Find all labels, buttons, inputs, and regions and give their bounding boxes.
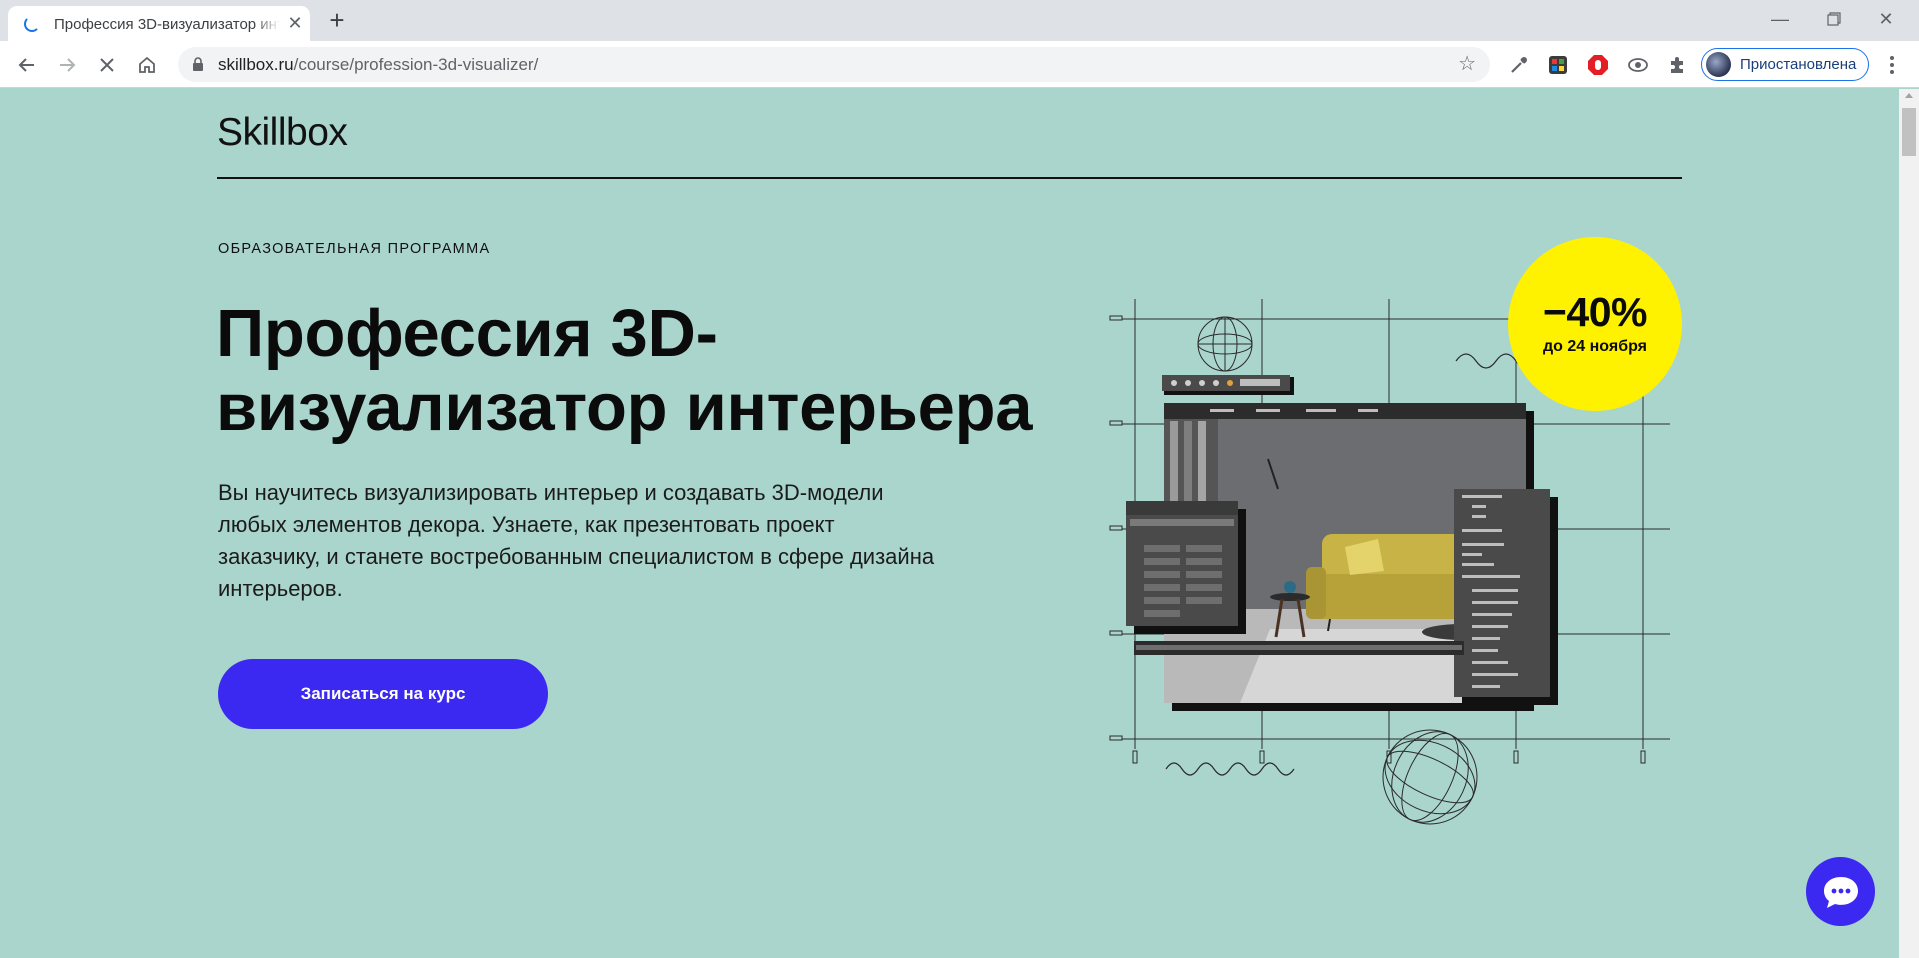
color-extension-icon[interactable] [1547, 54, 1569, 76]
page-scrollbar[interactable] [1899, 89, 1919, 958]
home-icon[interactable] [132, 50, 162, 80]
close-icon[interactable]: ✕ [284, 12, 306, 34]
discount-percent: −40% [1542, 289, 1648, 335]
avatar [1706, 52, 1731, 77]
url-path: /course/profession-3d-visualizer/ [293, 55, 539, 74]
header-divider [217, 177, 1682, 179]
mini-toolbar [1162, 375, 1294, 395]
browser-toolbar: skillbox.ru/course/profession-3d-visuali… [0, 41, 1919, 88]
url-domain: skillbox.ru [218, 55, 294, 74]
wire-sphere-large [1382, 729, 1478, 825]
timeline-strip [1134, 641, 1464, 655]
scroll-up-arrow-icon[interactable] [1905, 93, 1913, 98]
site-logo[interactable]: Skillbox [217, 111, 348, 155]
puzzle-icon[interactable] [1666, 54, 1688, 76]
eye-extension-icon[interactable] [1627, 54, 1649, 76]
materials-panel [1126, 501, 1246, 634]
url-text: skillbox.ru/course/profession-3d-visuali… [218, 55, 538, 75]
layers-panel [1454, 489, 1558, 705]
forward-arrow-icon[interactable] [52, 50, 82, 80]
back-arrow-icon[interactable] [12, 50, 42, 80]
adblock-icon[interactable] [1587, 54, 1609, 76]
enroll-button[interactable]: Записаться на курс [218, 659, 548, 729]
kebab-menu-icon[interactable] [1880, 53, 1904, 77]
plus-icon[interactable]: + [322, 6, 352, 36]
discount-badge: −40% до 24 ноября [1508, 237, 1682, 411]
course-description: Вы научитесь визуализировать интерьер и … [218, 480, 935, 601]
chat-icon [1823, 876, 1858, 908]
tab-title: Профессия 3D-визуализатор интерьера [54, 16, 280, 33]
squiggle-bottom [1165, 762, 1295, 776]
program-eyebrow: ОБРАЗОВАТЕЛЬНАЯ ПРОГРАММА [218, 241, 491, 257]
scrollbar-thumb[interactable] [1902, 108, 1916, 156]
chat-widget-button[interactable] [1806, 857, 1875, 926]
wire-sphere-small [1197, 316, 1253, 372]
browser-tab[interactable]: Профессия 3D-визуализатор интерьера ✕ [8, 6, 310, 41]
restore-icon[interactable] [1816, 4, 1852, 34]
stop-icon[interactable] [92, 50, 122, 80]
page-title: Профессия 3D-визуализатор интерьера [216, 296, 1033, 445]
lock-icon[interactable] [192, 57, 204, 77]
star-icon[interactable]: ☆ [1458, 54, 1476, 74]
minimize-icon[interactable]: — [1762, 4, 1798, 34]
tab-strip: Профессия 3D-визуализатор интерьера ✕ + … [0, 0, 1919, 41]
loading-spinner-icon [24, 16, 40, 32]
eyedropper-icon[interactable] [1508, 54, 1530, 76]
close-window-icon[interactable]: ✕ [1868, 4, 1904, 34]
address-bar[interactable]: skillbox.ru/course/profession-3d-visuali… [178, 47, 1490, 82]
profile-button[interactable]: Приостановлена [1701, 48, 1869, 81]
page-content: Skillbox ОБРАЗОВАТЕЛЬНАЯ ПРОГРАММА Профе… [0, 89, 1899, 958]
profile-label: Приостановлена [1740, 56, 1857, 73]
discount-deadline: до 24 ноября [1543, 338, 1647, 355]
